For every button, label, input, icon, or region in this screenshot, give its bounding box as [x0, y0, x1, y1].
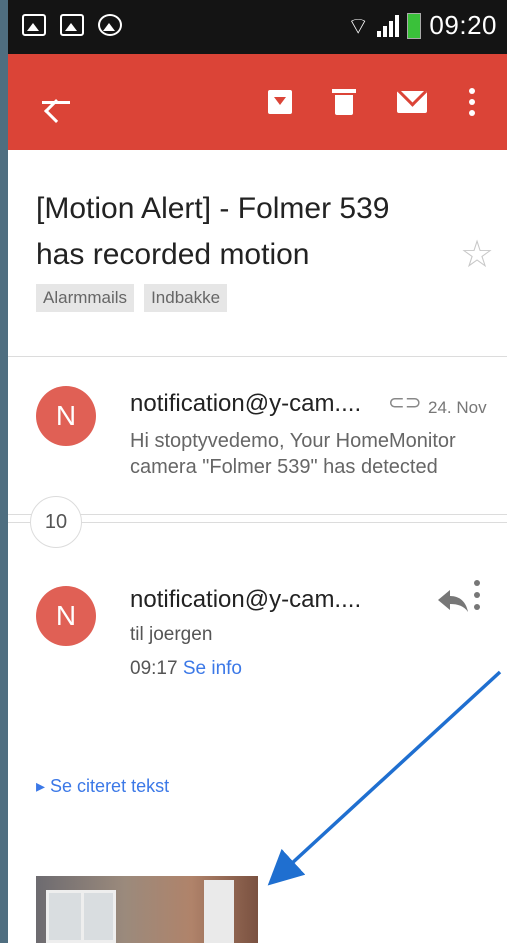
- more-options-button[interactable]: [452, 82, 492, 122]
- clock: 09:20: [429, 10, 497, 40]
- reply-icon[interactable]: [436, 586, 470, 614]
- delete-button[interactable]: [324, 82, 364, 122]
- message-time: 09:17: [130, 658, 178, 679]
- message-snippet[interactable]: Hi stoptyvedemo, Your HomeMonitor camera…: [130, 428, 490, 480]
- details-link[interactable]: Se info: [183, 658, 242, 679]
- email-screen: ⌔ 09:20 [Motion Alert] - Folmer 539 has …: [8, 0, 507, 943]
- message-sender: notification@y-cam....: [130, 390, 362, 417]
- gallery-notification-icon: [22, 14, 46, 36]
- more-vert-icon: [469, 88, 475, 116]
- divider: [8, 522, 507, 523]
- message-more-icon[interactable]: [474, 580, 480, 610]
- status-bar: ⌔ 09:20: [8, 0, 507, 54]
- divider: [8, 356, 507, 357]
- signal-icon: [377, 14, 400, 37]
- mark-unread-button[interactable]: [392, 82, 432, 122]
- divider: [8, 514, 507, 515]
- camera-app-notification-icon: [98, 14, 122, 36]
- archive-icon: [268, 90, 292, 114]
- recipient-line: til joergen: [130, 624, 213, 645]
- archive-button[interactable]: [260, 82, 300, 122]
- trash-icon: [332, 89, 356, 115]
- app-toolbar: [8, 54, 507, 150]
- email-subject: [Motion Alert] - Folmer 539 has recorded…: [36, 192, 390, 271]
- label-indbakke[interactable]: Indbakke: [144, 284, 228, 312]
- show-quoted-text-link[interactable]: ▸ Se citeret tekst: [36, 776, 169, 797]
- message-date: 24. Nov: [428, 398, 487, 417]
- camera-snapshot-image[interactable]: [36, 876, 258, 943]
- back-arrow-icon[interactable]: [38, 84, 74, 120]
- image-notification-icon: [60, 14, 84, 36]
- paperclip-icon: ⊂⊃: [388, 392, 422, 414]
- battery-icon: [407, 12, 422, 39]
- message-sender: notification@y-cam....: [130, 586, 362, 613]
- mail-icon: [397, 91, 427, 113]
- sender-avatar[interactable]: N: [36, 586, 96, 646]
- star-icon[interactable]: ☆: [460, 236, 494, 274]
- sender-avatar[interactable]: N: [36, 386, 96, 446]
- collapsed-thread-count[interactable]: 10: [30, 496, 82, 548]
- message-time-line: 09:17 Se info: [130, 658, 242, 680]
- wifi-icon: ⌔: [346, 12, 370, 40]
- label-list: Alarmmails Indbakke: [36, 284, 228, 312]
- label-alarmmails[interactable]: Alarmmails: [36, 284, 135, 312]
